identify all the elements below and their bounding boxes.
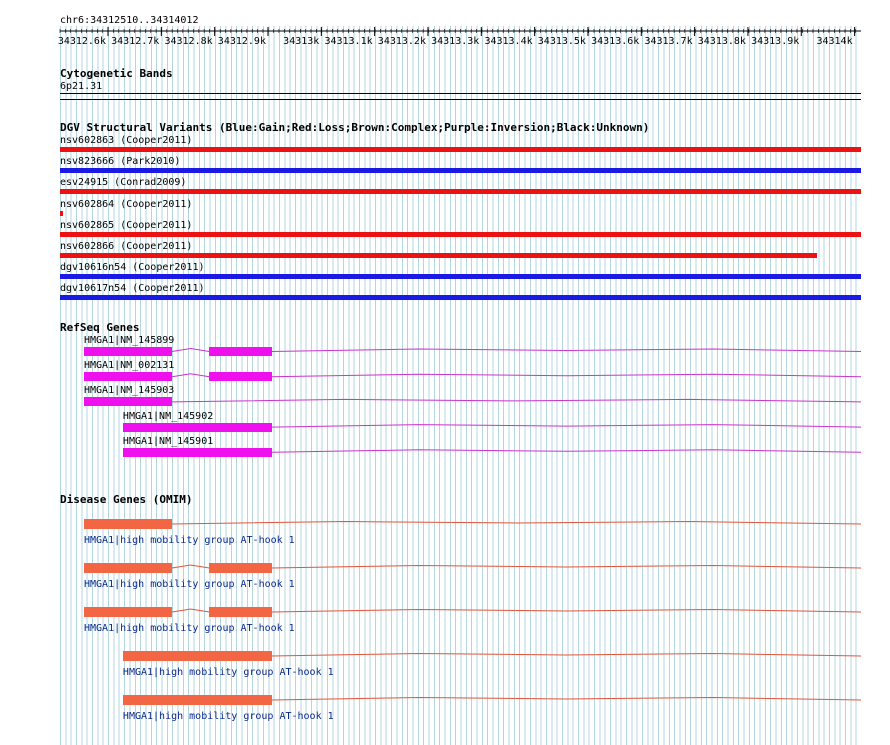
gene-label[interactable]: HMGA1|high mobility group AT-hook 1	[84, 623, 295, 634]
gene-exon[interactable]	[122, 651, 272, 661]
gene-intron	[271, 696, 862, 701]
gene-exon[interactable]	[83, 563, 172, 573]
gene-exon[interactable]	[83, 607, 172, 617]
gene-label[interactable]: HMGA1|high mobility group AT-hook 1	[84, 579, 295, 590]
gene-intron	[171, 520, 862, 525]
genome-browser-view: chr6:34312510..34314012 34312.6k 34312.7k…	[0, 0, 890, 745]
gene-intron	[271, 564, 862, 569]
gene-intron	[271, 652, 862, 657]
gene-exon[interactable]	[209, 563, 272, 573]
gene-exon[interactable]	[83, 519, 172, 529]
gene-label[interactable]: HMGA1|high mobility group AT-hook 1	[123, 667, 334, 678]
gene-label[interactable]: HMGA1|high mobility group AT-hook 1	[123, 711, 334, 722]
gene-intron	[271, 608, 862, 613]
gene-label[interactable]: HMGA1|high mobility group AT-hook 1	[84, 535, 295, 546]
gene-exon[interactable]	[122, 695, 272, 705]
gene-exon[interactable]	[209, 607, 272, 617]
gene-intron	[171, 564, 210, 569]
gene-intron	[171, 608, 210, 613]
